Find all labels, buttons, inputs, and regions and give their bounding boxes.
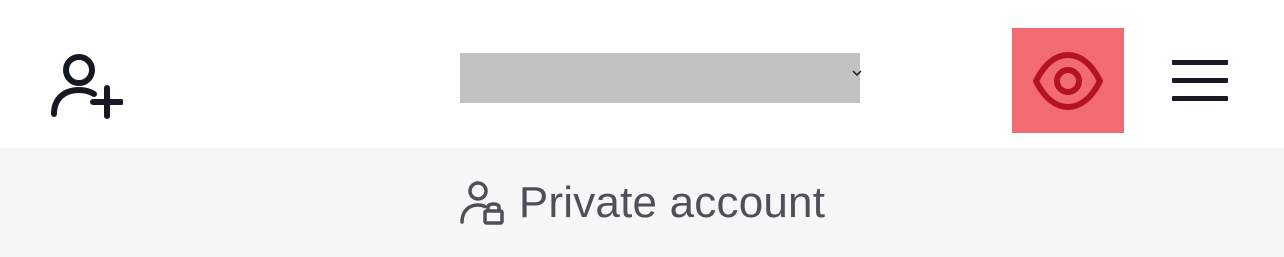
username-redacted[interactable] bbox=[460, 53, 860, 103]
profile-views-button[interactable] bbox=[1012, 28, 1124, 133]
private-account-banner: Private account bbox=[0, 148, 1284, 257]
add-friend-button[interactable] bbox=[40, 44, 126, 124]
eye-icon bbox=[1012, 28, 1124, 133]
private-account-label: Private account bbox=[518, 177, 826, 227]
person-lock-icon bbox=[459, 180, 505, 225]
profile-header-screen: Private account bbox=[0, 0, 1284, 257]
top-bar bbox=[0, 0, 1284, 148]
hamburger-menu-icon bbox=[1170, 57, 1230, 105]
chevron-down-icon[interactable] bbox=[852, 68, 862, 78]
person-add-icon bbox=[43, 46, 123, 122]
menu-button[interactable] bbox=[1168, 56, 1232, 106]
